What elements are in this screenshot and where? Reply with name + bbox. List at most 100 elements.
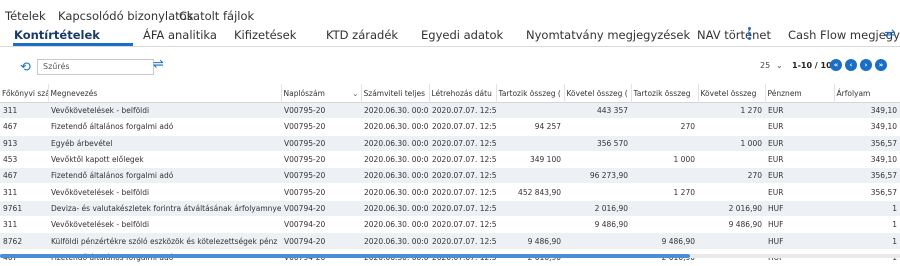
tab-kifizetesek[interactable]: Kifizetések xyxy=(234,28,296,42)
table-cell: HUF xyxy=(765,216,834,234)
table-cell: 1 xyxy=(834,216,900,234)
swap-icon[interactable]: ⇌ xyxy=(884,26,896,42)
tab-nyomtatvany-megjegyzesek[interactable]: Nyomtatvány megjegyzések xyxy=(526,28,690,42)
table-cell: 2 016,90 xyxy=(698,200,765,218)
tab-afa-analitika[interactable]: ÁFA analitika xyxy=(143,28,217,42)
table-cell: EUR xyxy=(765,102,834,120)
column-header[interactable]: Követel összeg ( xyxy=(564,84,632,103)
table-cell: EUR xyxy=(765,118,834,136)
tab-divider xyxy=(0,46,900,47)
table-cell: 2020.07.07. 12:57 xyxy=(429,216,496,234)
table-cell: 1 000 xyxy=(631,151,698,169)
table-cell: Vevőkövetelések - belföldi xyxy=(48,183,281,201)
column-header[interactable]: Létrehozás dátu xyxy=(429,84,497,103)
kebab-menu-icon[interactable] xyxy=(746,25,752,42)
table-cell: 2020.06.30. 00:00 xyxy=(361,200,429,218)
table-row[interactable]: 8762 Külföldi pénzértékre szóló eszközök … xyxy=(0,232,900,250)
column-header[interactable]: Megnevezés xyxy=(48,84,282,103)
toptab-kapcsolodo-bizonylatok[interactable]: Kapcsolódó bizonylatok xyxy=(58,9,193,23)
horizontal-scrollbar-thumb[interactable] xyxy=(0,254,690,258)
table-cell: Vevőkövetelések - belföldi xyxy=(48,216,281,234)
table-cell xyxy=(564,118,631,136)
table-cell: 453 xyxy=(0,151,48,169)
table-cell: 1 270 xyxy=(698,102,765,120)
table-cell: HUF xyxy=(765,232,834,250)
table-cell: Vevőkövetelések - belföldi xyxy=(48,102,281,120)
column-header[interactable]: Tartozik összeg ( xyxy=(496,84,565,103)
column-header[interactable]: Pénznem xyxy=(765,84,835,103)
table-cell xyxy=(496,135,564,152)
table-cell: 356,57 xyxy=(834,135,900,152)
table-cell: 9 486,90 xyxy=(698,216,765,234)
table-cell: 913 xyxy=(0,135,48,152)
column-header[interactable]: Árfolyam xyxy=(834,84,900,103)
table-cell xyxy=(496,167,564,185)
table-cell: V00794-20 xyxy=(281,200,361,218)
column-header[interactable]: Követel összeg xyxy=(698,84,766,103)
table-cell: 9 486,90 xyxy=(564,216,631,234)
table-cell: 2020.06.30. 00:00 xyxy=(361,118,429,136)
table-cell xyxy=(564,151,631,169)
table-cell: 270 xyxy=(698,167,765,185)
table-cell: EUR xyxy=(765,167,834,185)
table-row[interactable]: 311 Vevőkövetelések - belföldi V00795-20 20… xyxy=(0,102,900,120)
tab-ktd-zaradek[interactable]: KTD záradék xyxy=(326,28,398,42)
table-cell: 1 270 xyxy=(631,183,698,201)
table-cell: V00794-20 xyxy=(281,216,361,234)
table-cell: V00794-20 xyxy=(281,232,361,250)
column-header[interactable]: Tartozik összeg xyxy=(631,84,699,103)
tab-nav-tortenet[interactable]: NAV történet xyxy=(697,28,771,42)
table-row[interactable]: 913 Egyéb árbevétel V00795-20 2020.06.30. 0… xyxy=(0,135,900,152)
table-header-row: Főkönyvi szám Megnevezés Naplószám⌄ Szám… xyxy=(0,84,900,103)
ledger-table: Főkönyvi szám Megnevezés Naplószám⌄ Szám… xyxy=(0,84,900,266)
toptab-csatolt-fajlok[interactable]: Csatolt fájlok xyxy=(179,9,254,23)
column-header[interactable]: Számviteli teljes xyxy=(361,84,430,103)
table-cell: HUF xyxy=(765,200,834,218)
next-page-icon[interactable]: › xyxy=(860,59,872,71)
table-cell: 349 100 xyxy=(496,151,564,169)
table-cell xyxy=(631,200,698,218)
table-cell: 1 xyxy=(834,200,900,218)
table-row[interactable]: 9761 Deviza- és valutakészletek forintra … xyxy=(0,200,900,218)
table-cell: 467 xyxy=(0,118,48,136)
tab-kontirtetelek[interactable]: Kontírtételek xyxy=(14,28,100,42)
table-cell: 2020.06.30. 00:00 xyxy=(361,135,429,152)
page-size-select[interactable]: 25 xyxy=(760,61,770,70)
chevron-down-icon[interactable]: ⌄ xyxy=(776,61,783,70)
tab-egyedi-adatok[interactable]: Egyedi adatok xyxy=(421,28,503,42)
table-row[interactable]: 311 Vevőkövetelések - belföldi V00795-20 20… xyxy=(0,183,900,201)
swap-icon[interactable]: ⇌ xyxy=(153,57,164,72)
table-cell: Deviza- és valutakészletek forintra átvá… xyxy=(48,200,281,218)
first-page-icon[interactable]: « xyxy=(830,59,842,71)
table-cell: 9 486,90 xyxy=(496,232,564,250)
table-cell xyxy=(631,216,698,234)
table-cell: 2020.06.30. 00:00 xyxy=(361,216,429,234)
chevron-down-icon[interactable]: ⌄ xyxy=(352,89,358,98)
column-header[interactable]: Főkönyvi szám xyxy=(0,84,49,103)
table-cell: 2020.07.07. 12:57 xyxy=(429,118,496,136)
table-cell: 452 843,90 xyxy=(496,183,564,201)
table-row[interactable]: 311 Vevőkövetelések - belföldi V00794-20 20… xyxy=(0,216,900,234)
table-cell: 2020.06.30. 00:00 xyxy=(361,183,429,201)
table-cell: 270 xyxy=(631,118,698,136)
table-row[interactable]: 467Fizetendő általános forgalmi adóV0079… xyxy=(0,118,900,136)
table-row[interactable]: 467Fizetendő általános forgalmi adóV0079… xyxy=(0,167,900,185)
active-tab-indicator xyxy=(13,43,133,46)
column-header[interactable]: Naplószám ⌄ xyxy=(281,84,362,103)
table-cell xyxy=(698,118,765,136)
table-cell xyxy=(564,183,631,201)
table-cell: 349,10 xyxy=(834,102,900,120)
table-cell: 9761 xyxy=(0,200,48,218)
table-cell xyxy=(496,216,564,234)
filter-input[interactable]: Szűrés xyxy=(37,59,154,75)
last-page-icon[interactable]: » xyxy=(875,59,887,71)
table-cell: Fizetendő általános forgalmi adó xyxy=(48,118,281,136)
table-row[interactable]: 453 Vevőktől kapott előlegek V00795-20 2020… xyxy=(0,151,900,169)
table-cell xyxy=(631,167,698,185)
table-cell: 2020.07.07. 12:57 xyxy=(429,102,496,120)
table-cell: 443 357 xyxy=(564,102,631,120)
prev-page-icon[interactable]: ‹ xyxy=(845,59,857,71)
toptab-tetelek[interactable]: Tételek xyxy=(5,9,46,23)
table-cell: Fizetendő általános forgalmi adó xyxy=(48,167,281,185)
refresh-icon[interactable]: ⟲ xyxy=(20,60,31,75)
